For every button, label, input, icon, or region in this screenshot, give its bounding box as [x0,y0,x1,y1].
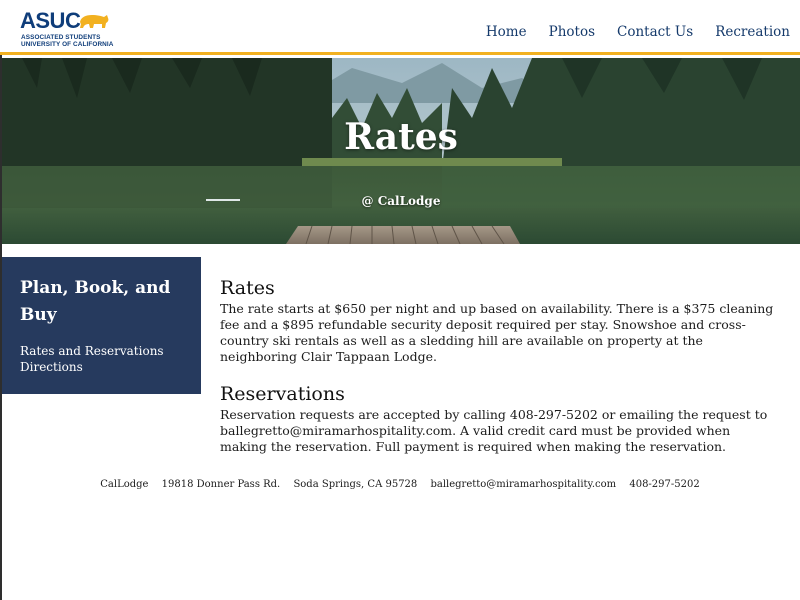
footer-email[interactable]: ballegretto@miramarhospitality.com [430,479,616,490]
reservations-section: Reservations Reservation requests are ac… [220,383,780,455]
footer-city: Soda Springs, CA 95728 [293,479,418,490]
main-nav: Home Photos Contact Us Recreation [464,24,790,40]
nav-home[interactable]: Home [486,24,527,40]
nav-recreation[interactable]: Recreation [715,24,790,40]
sidebar-title: Plan, Book, and Buy [20,278,171,325]
sidebar: Plan, Book, and Buy Rates and Reservatio… [2,257,201,394]
footer-name: CalLodge [100,479,149,490]
logo-subtitle-2: UNIVERSITY OF CALIFORNIA [21,41,114,48]
site-footer: CalLodge 19818 Donner Pass Rd. Soda Spri… [0,479,800,490]
footer-phone[interactable]: 408-297-5202 [629,479,699,490]
bear-icon [80,15,109,28]
logo-subtitle-1: ASSOCIATED STUDENTS [21,34,101,41]
rates-section: Rates The rate starts at $650 per night … [220,277,780,365]
main-content: Rates The rate starts at $650 per night … [220,277,780,455]
reservations-heading: Reservations [220,383,345,405]
rates-text: The rate starts at $650 per night and up… [220,301,774,364]
sidebar-links: Rates and Reservations Directions [20,343,183,375]
reservations-text: Reservation requests are accepted by cal… [220,407,768,454]
logo-text: ASUC [20,8,81,33]
footer-address: 19818 Donner Pass Rd. [161,479,281,490]
page-title: Rates [344,116,458,158]
hero-banner: Rates @ CalLodge [2,58,800,244]
site-header: ASUC ASSOCIATED STUDENTS UNIVERSITY OF C… [0,0,800,55]
sidebar-link-directions[interactable]: Directions [20,359,183,375]
asuc-logo[interactable]: ASUC ASSOCIATED STUDENTS UNIVERSITY OF C… [20,9,120,49]
rates-heading: Rates [220,277,275,299]
sidebar-link-rates-reservations[interactable]: Rates and Reservations [20,343,183,359]
nav-photos[interactable]: Photos [549,24,595,40]
nav-contact-us[interactable]: Contact Us [617,24,693,40]
page-subtitle: @ CalLodge [361,194,441,208]
